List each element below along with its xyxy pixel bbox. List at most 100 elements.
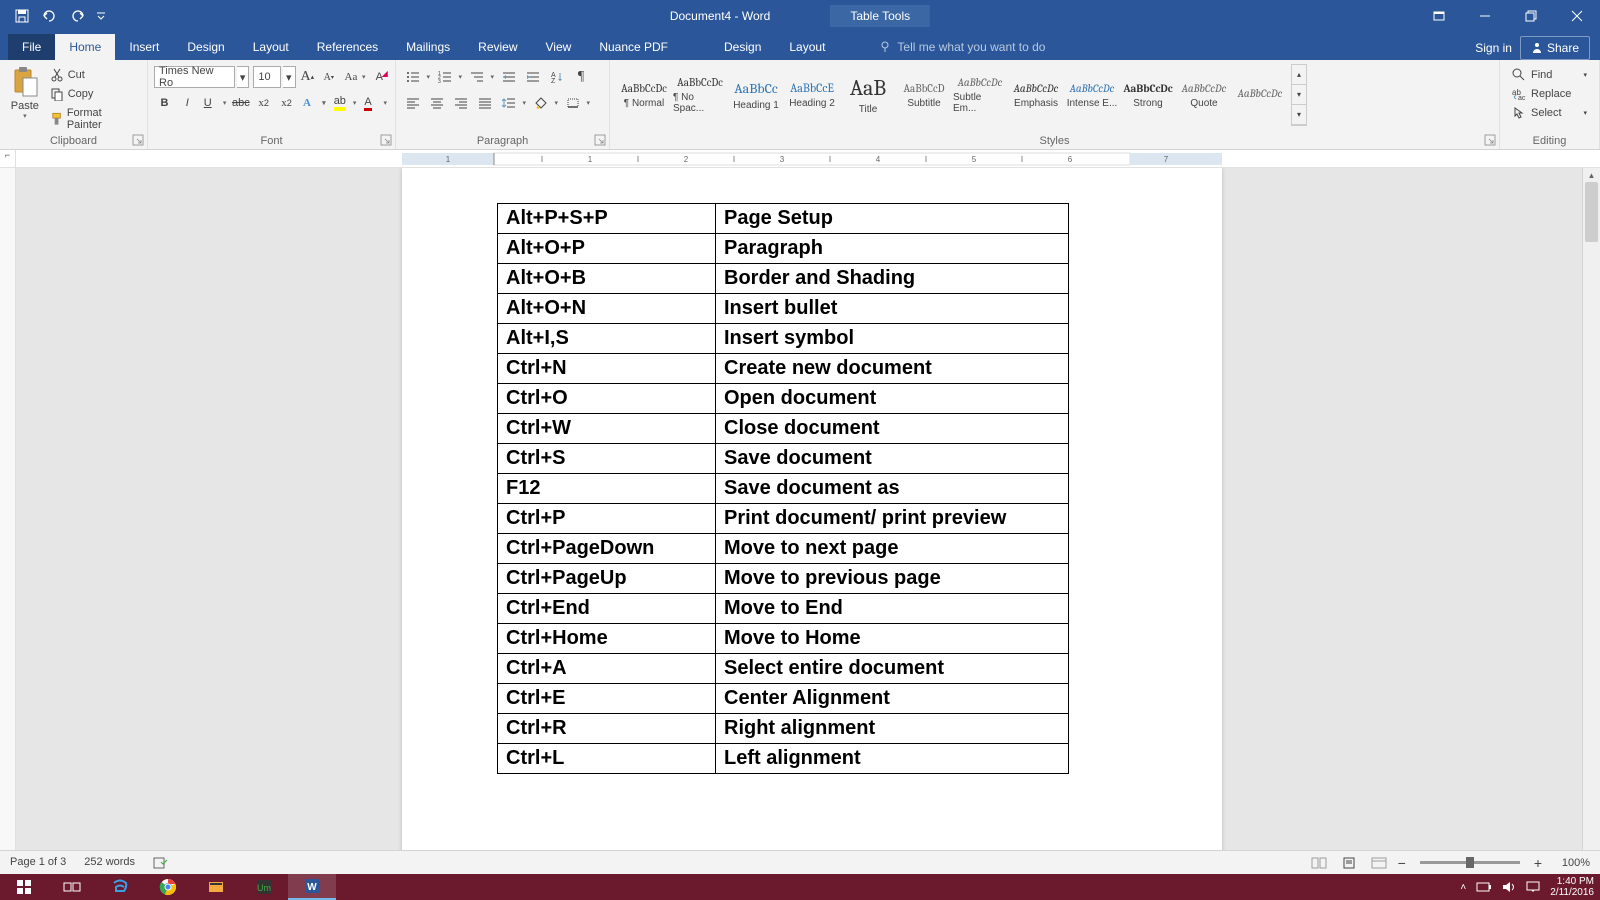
table-row[interactable]: Ctrl+RRight alignment [498, 714, 1069, 744]
shortcut-key[interactable]: Ctrl+E [498, 684, 716, 714]
font-color-button[interactable]: A [360, 92, 389, 114]
style-tile-emphasis[interactable]: AaBbCcDcEmphasis [1008, 64, 1064, 126]
tab-review[interactable]: Review [464, 34, 531, 60]
style-tile-intense-e-[interactable]: AaBbCcDcIntense E... [1064, 64, 1120, 126]
shortcut-key[interactable]: F12 [498, 474, 716, 504]
shortcut-desc[interactable]: Move to Home [716, 624, 1069, 654]
tray-volume-icon[interactable] [1502, 881, 1516, 893]
undo-button[interactable] [36, 2, 64, 30]
sort-button[interactable]: AZ [546, 66, 568, 88]
format-painter-button[interactable]: Format Painter [48, 106, 137, 132]
shortcut-key[interactable]: Ctrl+R [498, 714, 716, 744]
italic-button[interactable]: I [177, 92, 198, 114]
table-row[interactable]: F12Save document as [498, 474, 1069, 504]
style-tile-title[interactable]: AaBTitle [840, 64, 896, 126]
share-button[interactable]: Share [1520, 36, 1590, 60]
font-size-input[interactable]: 10 [253, 66, 281, 88]
shortcut-key[interactable]: Ctrl+P [498, 504, 716, 534]
shortcut-key[interactable]: Ctrl+N [498, 354, 716, 384]
align-right-button[interactable] [450, 92, 472, 114]
table-row[interactable]: Alt+O+NInsert bullet [498, 294, 1069, 324]
shortcut-desc[interactable]: Page Setup [716, 204, 1069, 234]
zoom-in-button[interactable]: + [1534, 855, 1542, 871]
strikethrough-button[interactable]: abc [230, 92, 251, 114]
superscript-button[interactable]: x2 [276, 92, 297, 114]
qat-customize-button[interactable] [92, 2, 110, 30]
minimize-button[interactable] [1462, 0, 1508, 32]
increase-indent-button[interactable] [522, 66, 544, 88]
shrink-font-button[interactable]: A▾ [319, 66, 338, 88]
style-tile-more[interactable]: AaBbCcDc [1232, 64, 1288, 126]
scroll-thumb[interactable] [1585, 182, 1598, 242]
style-tile-subtitle[interactable]: AaBbCcDSubtitle [896, 64, 952, 126]
shortcut-desc[interactable]: Right alignment [716, 714, 1069, 744]
shortcut-desc[interactable]: Paragraph [716, 234, 1069, 264]
shortcut-key[interactable]: Alt+O+P [498, 234, 716, 264]
show-marks-button[interactable]: ¶ [570, 66, 592, 88]
shortcut-desc[interactable]: Center Alignment [716, 684, 1069, 714]
page-indicator[interactable]: Page 1 of 3 [10, 856, 66, 870]
table-row[interactable]: Ctrl+OOpen document [498, 384, 1069, 414]
shortcut-desc[interactable]: Print document/ print preview [716, 504, 1069, 534]
numbering-button[interactable]: 123 [434, 66, 464, 88]
underline-button[interactable]: U [200, 92, 229, 114]
tray-notifications-icon[interactable] [1526, 881, 1540, 893]
shortcut-table[interactable]: Alt+P+S+PPage SetupAlt+O+PParagraph Alt+O… [497, 203, 1069, 774]
shortcut-key[interactable]: Ctrl+O [498, 384, 716, 414]
tab-layout[interactable]: Layout [239, 34, 303, 60]
tab-view[interactable]: View [532, 34, 586, 60]
zoom-slider[interactable] [1420, 861, 1520, 864]
context-tab-design[interactable]: Design [710, 34, 775, 60]
cut-button[interactable]: Cut [48, 67, 137, 83]
tray-battery-icon[interactable] [1476, 882, 1492, 892]
style-tile-subtle-em-[interactable]: AaBbCcDcSubtle Em... [952, 64, 1008, 126]
maximize-button[interactable] [1508, 0, 1554, 32]
font-name-dropdown[interactable]: ▾ [237, 66, 250, 88]
select-button[interactable]: Select▾ [1510, 104, 1589, 122]
table-row[interactable]: Alt+P+S+PPage Setup [498, 204, 1069, 234]
clear-format-button[interactable]: A◢ [370, 66, 389, 88]
redo-button[interactable] [64, 2, 92, 30]
table-row[interactable]: Ctrl+PPrint document/ print preview [498, 504, 1069, 534]
shortcut-key[interactable]: Ctrl+PageUp [498, 564, 716, 594]
shortcut-desc[interactable]: Close document [716, 414, 1069, 444]
start-button[interactable] [0, 874, 48, 900]
tab-references[interactable]: References [303, 34, 392, 60]
spellcheck-icon[interactable] [153, 856, 169, 870]
grow-font-button[interactable]: A▴ [298, 66, 317, 88]
bold-button[interactable]: B [154, 92, 175, 114]
shortcut-desc[interactable]: Select entire document [716, 654, 1069, 684]
bullets-button[interactable] [402, 66, 432, 88]
shortcut-desc[interactable]: Insert bullet [716, 294, 1069, 324]
tab-file[interactable]: File [8, 34, 55, 60]
task-view-button[interactable] [48, 874, 96, 900]
shortcut-desc[interactable]: Left alignment [716, 744, 1069, 774]
table-row[interactable]: Ctrl+NCreate new document [498, 354, 1069, 384]
shortcut-key[interactable]: Alt+P+S+P [498, 204, 716, 234]
taskbar-app2[interactable]: Um [240, 874, 288, 900]
table-row[interactable]: Ctrl+WClose document [498, 414, 1069, 444]
word-count[interactable]: 252 words [84, 856, 135, 870]
web-layout-button[interactable] [1368, 854, 1390, 872]
highlight-button[interactable]: ab [330, 92, 359, 114]
tell-me-input[interactable]: Tell me what you want to do [869, 34, 1055, 60]
replace-button[interactable]: abacReplace [1510, 85, 1589, 103]
copy-button[interactable]: Copy [48, 86, 137, 102]
taskbar-app1[interactable] [192, 874, 240, 900]
shortcut-desc[interactable]: Save document as [716, 474, 1069, 504]
sign-in-link[interactable]: Sign in [1475, 41, 1512, 55]
shortcut-key[interactable]: Alt+I,S [498, 324, 716, 354]
align-center-button[interactable] [426, 92, 448, 114]
taskbar-edge[interactable] [96, 874, 144, 900]
shortcut-desc[interactable]: Save document [716, 444, 1069, 474]
shortcut-key[interactable]: Ctrl+W [498, 414, 716, 444]
tray-expand-icon[interactable]: ˄ [1460, 882, 1466, 893]
borders-button[interactable] [562, 92, 592, 114]
table-row[interactable]: Ctrl+ECenter Alignment [498, 684, 1069, 714]
style-tile--normal[interactable]: AaBbCcDc¶ Normal [616, 64, 672, 126]
line-spacing-button[interactable] [498, 92, 528, 114]
table-row[interactable]: Ctrl+PageUpMove to previous page [498, 564, 1069, 594]
paragraph-launcher[interactable] [594, 134, 606, 146]
clipboard-launcher[interactable] [132, 134, 144, 146]
zoom-level[interactable]: 100% [1550, 857, 1590, 869]
